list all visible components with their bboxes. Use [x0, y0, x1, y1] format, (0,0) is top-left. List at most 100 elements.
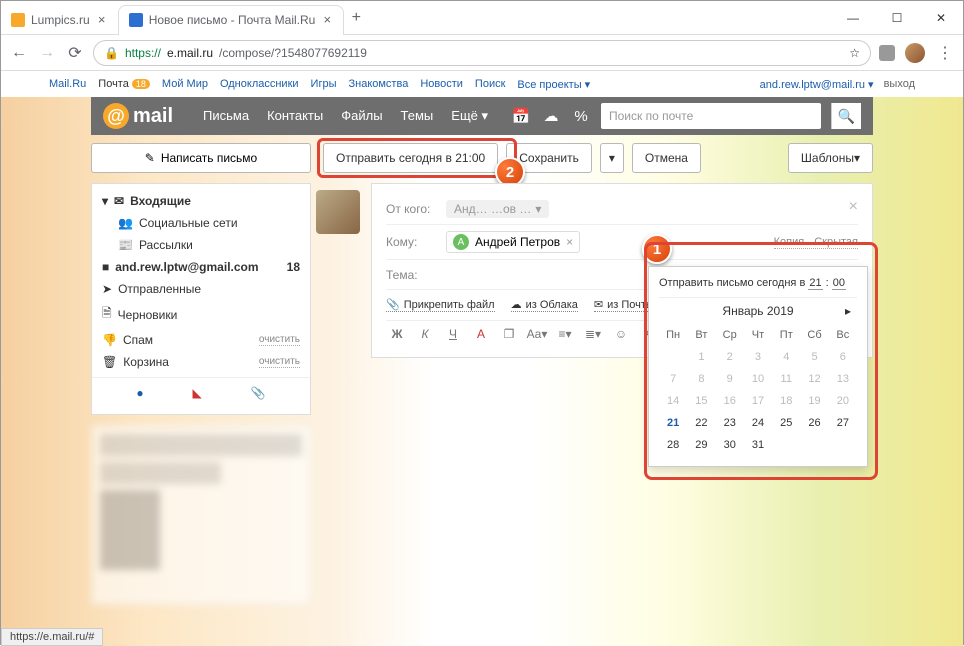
search-button[interactable]: 🔍	[831, 103, 861, 129]
calendar-day: 15	[687, 390, 715, 412]
clear-link[interactable]: очистить	[259, 334, 300, 346]
profile-avatar[interactable]	[905, 43, 925, 63]
minimize-button[interactable]: —	[831, 3, 875, 33]
cancel-button[interactable]: Отмена	[632, 143, 701, 173]
save-dropdown[interactable]: ▾	[600, 143, 624, 173]
templates-button[interactable]: Шаблоны ▾	[788, 143, 873, 173]
url-protocol: https://	[125, 46, 161, 60]
close-button[interactable]: ✕	[919, 3, 963, 33]
topline-link[interactable]: Знакомства	[348, 78, 408, 90]
compose-icon: ✎	[145, 151, 155, 165]
from-chip[interactable]: Анд… …ов … ▾	[446, 200, 549, 218]
calendar-day[interactable]: 24	[744, 412, 772, 434]
star-icon[interactable]: ☆	[849, 46, 860, 60]
recipient-chip[interactable]: А Андрей Петров ×	[446, 231, 580, 253]
search-input[interactable]: Поиск по почте	[601, 103, 821, 129]
back-icon[interactable]: ←	[9, 43, 29, 63]
people-icon: 👥	[118, 216, 133, 230]
sidebar-item-social[interactable]: 👥 Социальные сети	[92, 212, 310, 234]
topline-link[interactable]: Одноклассники	[220, 78, 299, 90]
nav-themes[interactable]: Темы	[401, 108, 434, 124]
nav-letters[interactable]: Письма	[203, 108, 249, 124]
topline-logo[interactable]: Mail.Ru	[49, 78, 86, 90]
sidebar-item-newsletters[interactable]: 📰 Рассылки	[92, 234, 310, 256]
sidebar-item-spam[interactable]: 👎 Спамочистить	[92, 329, 310, 351]
close-icon[interactable]: ×	[96, 14, 108, 26]
attachment-icon[interactable]: 📎	[251, 386, 266, 400]
calendar-day[interactable]: 29	[687, 434, 715, 456]
attach-file-link[interactable]: 📎Прикрепить файл	[386, 298, 495, 312]
minute-input[interactable]: 00	[832, 277, 846, 290]
color-button[interactable]: A	[470, 327, 492, 341]
attach-cloud-link[interactable]: ☁из Облака	[511, 298, 578, 312]
sidebar-item-trash[interactable]: 🗑 Корзинаочистить	[92, 351, 310, 373]
calendar-day[interactable]: 25	[772, 412, 800, 434]
calendar-day: 6	[829, 346, 857, 368]
datepicker-text: Отправить письмо сегодня в 21 : 00	[659, 277, 857, 289]
italic-button[interactable]: К	[414, 327, 436, 341]
tab-mailru[interactable]: Новое письмо - Почта Mail.Ru ×	[118, 5, 345, 35]
bcc-link[interactable]: Скрытая	[814, 236, 858, 248]
calendar-day[interactable]: 22	[687, 412, 715, 434]
logout-link[interactable]: выход	[884, 78, 915, 91]
sidebar-item-inbox[interactable]: ▾ ✉ Входящие	[92, 190, 310, 212]
calendar-day: 1	[687, 346, 715, 368]
clear-link[interactable]: очистить	[259, 356, 300, 368]
compose-button[interactable]: ✎ Написать письмо	[91, 143, 311, 173]
topline-link[interactable]: Игры	[311, 78, 337, 90]
calendar-day[interactable]: 31	[744, 434, 772, 456]
sidebar-item-custom[interactable]: ■ and.rew.lptw@gmail.com18	[92, 256, 310, 278]
month-label: Январь 2019	[722, 304, 793, 318]
emoji-button[interactable]: ☺	[610, 327, 632, 341]
send-scheduled-button[interactable]: Отправить сегодня в 21:00	[323, 143, 498, 173]
maximize-button[interactable]: ☐	[875, 3, 919, 33]
nav-contacts[interactable]: Контакты	[267, 108, 323, 124]
topline-mail[interactable]: Почта 18	[98, 78, 150, 90]
calendar-day[interactable]: 23	[716, 412, 744, 434]
menu-icon[interactable]: ⋮	[935, 43, 955, 63]
calendar-icon[interactable]: 📅	[511, 106, 531, 126]
calendar-day[interactable]: 28	[659, 434, 687, 456]
sidebar-item-sent[interactable]: ➤ Отправленные	[92, 278, 310, 300]
cloud-icon[interactable]: ☁	[541, 106, 561, 126]
mail-logo[interactable]: @ mail	[103, 103, 173, 129]
bold-button[interactable]: Ж	[386, 327, 408, 341]
nav-files[interactable]: Файлы	[341, 108, 382, 124]
indent-button[interactable]: ≣▾	[582, 327, 604, 341]
reload-icon[interactable]: ⟳	[65, 43, 85, 63]
flag-icon[interactable]: ◣	[193, 386, 202, 400]
sidebar-item-drafts[interactable]: 🗎 Черновики	[92, 300, 310, 329]
calendar-day[interactable]: 21	[659, 412, 687, 434]
nav-more[interactable]: Ещё ▾	[451, 108, 488, 124]
cc-link[interactable]: Копия	[774, 236, 805, 248]
url-input[interactable]: 🔒 https://e.mail.ru/compose/?15480776921…	[93, 40, 871, 66]
attach-mail-link[interactable]: ✉из Почты	[594, 298, 654, 312]
calendar-day[interactable]: 26	[800, 412, 828, 434]
forward-icon[interactable]: →	[37, 43, 57, 63]
topline-link[interactable]: Поиск	[475, 78, 505, 90]
to-label: Кому:	[386, 235, 446, 249]
topline-link[interactable]: Новости	[420, 78, 463, 90]
bgcolor-button[interactable]: ❐	[498, 327, 520, 341]
topline-user[interactable]: and.rew.lptw@mail.ru ▾	[760, 78, 874, 91]
close-icon[interactable]: ×	[321, 14, 333, 26]
day-header: Пн	[659, 324, 687, 346]
calendar-day: 17	[744, 390, 772, 412]
percent-icon[interactable]: %	[571, 106, 591, 126]
calendar-day[interactable]: 30	[716, 434, 744, 456]
remove-recipient-icon[interactable]: ×	[566, 235, 573, 249]
extension-icon[interactable]	[879, 45, 895, 61]
datepicker-month-header: Январь 2019 ▸	[659, 297, 857, 324]
tab-lumpics[interactable]: Lumpics.ru ×	[1, 5, 118, 35]
new-tab-button[interactable]: +	[344, 9, 368, 27]
hour-input[interactable]: 21	[808, 277, 822, 290]
topline-link[interactable]: Мой Мир	[162, 78, 208, 90]
topline-link[interactable]: Все проекты ▾	[517, 78, 590, 91]
underline-button[interactable]: Ч	[442, 327, 464, 341]
align-button[interactable]: ≡▾	[554, 327, 576, 341]
calendar-day[interactable]: 27	[829, 412, 857, 434]
font-button[interactable]: Aа▾	[526, 327, 548, 341]
dot-icon[interactable]: ●	[136, 386, 143, 400]
next-month-icon[interactable]: ▸	[845, 304, 851, 318]
close-composer-icon[interactable]: ×	[849, 198, 858, 216]
